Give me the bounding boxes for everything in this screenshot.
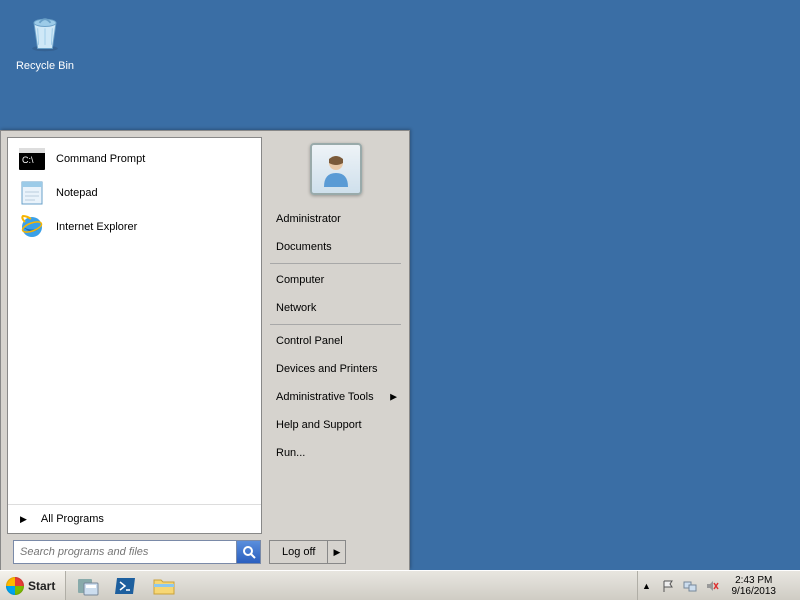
network-icon <box>683 579 697 593</box>
triangle-right-icon: ▶ <box>333 547 340 558</box>
separator <box>270 324 401 325</box>
tray-network[interactable] <box>682 578 698 594</box>
right-item-control-panel[interactable]: Control Panel <box>266 327 405 355</box>
internet-explorer-icon <box>18 213 46 241</box>
taskbar-spacer[interactable] <box>186 571 636 600</box>
pinned-item-label: Notepad <box>56 187 98 199</box>
command-prompt-icon: C:\ <box>18 145 46 173</box>
all-programs[interactable]: ▶ All Programs <box>8 504 261 533</box>
volume-muted-icon <box>705 579 719 593</box>
start-menu-left-pane: C:\ Command Prompt Notepad Internet Expl… <box>7 137 262 534</box>
recycle-bin-label: Recycle Bin <box>10 60 80 72</box>
pinned-item-internet-explorer[interactable]: Internet Explorer <box>8 210 261 244</box>
right-item-administrator[interactable]: Administrator <box>266 205 405 233</box>
taskbar-clock[interactable]: 2:43 PM 9/16/2013 <box>726 573 783 599</box>
right-item-help-and-support[interactable]: Help and Support <box>266 411 405 439</box>
search-button[interactable] <box>236 541 260 563</box>
separator <box>270 263 401 264</box>
chevron-up-icon: ▲ <box>642 581 651 591</box>
right-item-run[interactable]: Run... <box>266 439 405 467</box>
pinned-item-label: Internet Explorer <box>56 221 137 233</box>
user-icon <box>316 149 356 189</box>
taskbar-powershell[interactable] <box>108 572 144 600</box>
right-item-network[interactable]: Network <box>266 294 405 322</box>
server-manager-icon <box>76 575 100 597</box>
pinned-item-label: Command Prompt <box>56 153 145 165</box>
right-item-devices-and-printers[interactable]: Devices and Printers <box>266 355 405 383</box>
search-icon <box>242 545 256 559</box>
taskbar-server-manager[interactable] <box>70 572 106 600</box>
user-avatar[interactable] <box>310 143 362 195</box>
start-button[interactable]: Start <box>0 571 66 600</box>
taskbar: Start ▲ 2:43 PM 9/16/2013 <box>0 570 800 600</box>
tray-volume[interactable] <box>704 578 720 594</box>
triangle-right-icon: ▶ <box>20 514 27 525</box>
logoff-options-button[interactable]: ▶ <box>327 541 345 563</box>
tray-action-center[interactable] <box>660 578 676 594</box>
windows-orb-icon <box>6 577 24 595</box>
flag-icon <box>661 579 675 593</box>
pinned-item-command-prompt[interactable]: C:\ Command Prompt <box>8 142 261 176</box>
quick-launch <box>66 571 186 600</box>
recycle-bin[interactable]: Recycle Bin <box>10 8 80 72</box>
logoff-button[interactable]: Log off <box>270 541 327 563</box>
svg-text:C:\: C:\ <box>22 155 34 165</box>
search-input[interactable] <box>14 541 236 563</box>
clock-date: 9/16/2013 <box>732 586 777 597</box>
search-box <box>13 540 261 564</box>
start-menu: C:\ Command Prompt Notepad Internet Expl… <box>0 130 410 570</box>
start-menu-bottom: Log off ▶ <box>1 534 409 570</box>
pinned-item-notepad[interactable]: Notepad <box>8 176 261 210</box>
logoff-split-button: Log off ▶ <box>269 540 346 564</box>
right-item-computer[interactable]: Computer <box>266 266 405 294</box>
clock-time: 2:43 PM <box>732 575 777 586</box>
taskbar-explorer[interactable] <box>146 572 182 600</box>
submenu-arrow-icon: ▶ <box>390 392 397 403</box>
right-item-documents[interactable]: Documents <box>266 233 405 261</box>
system-tray: ▲ 2:43 PM 9/16/2013 <box>637 571 800 600</box>
start-label: Start <box>28 579 55 593</box>
start-menu-right-pane: Administrator Documents Computer Network… <box>262 131 409 534</box>
powershell-icon <box>114 575 138 597</box>
notepad-icon <box>18 179 46 207</box>
right-item-administrative-tools[interactable]: Administrative Tools▶ <box>266 383 405 411</box>
tray-overflow-button[interactable]: ▲ <box>640 572 654 600</box>
all-programs-label: All Programs <box>41 513 104 525</box>
folder-icon <box>152 576 176 596</box>
recycle-bin-icon <box>21 8 69 56</box>
